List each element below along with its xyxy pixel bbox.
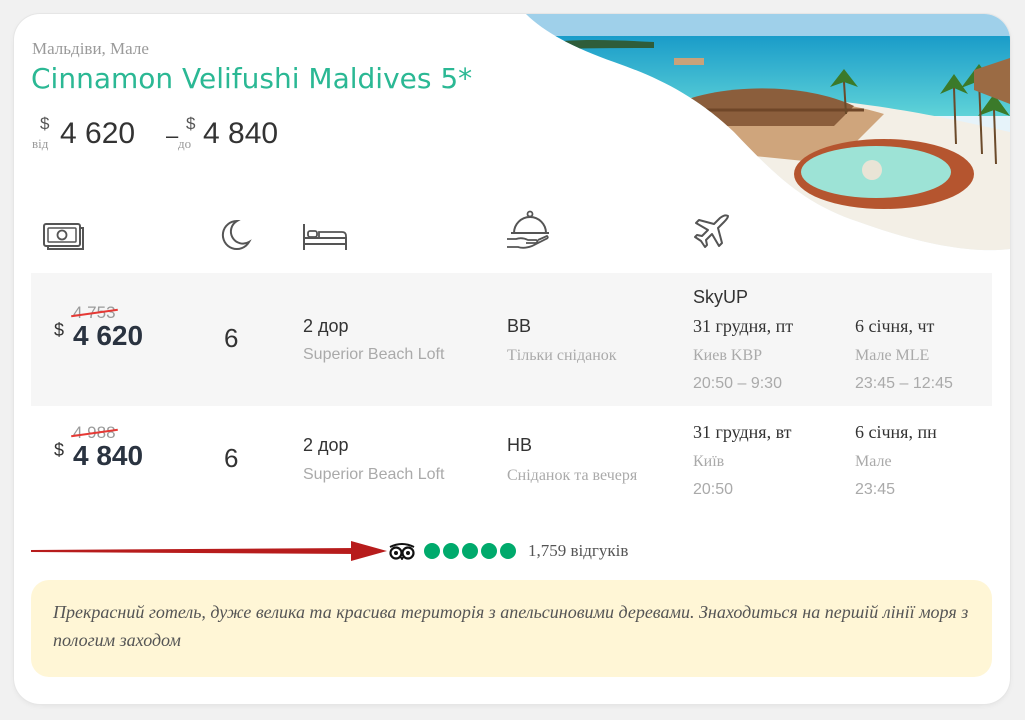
- rating-dot: [500, 543, 516, 559]
- return-date: 6 січня, пн: [855, 422, 937, 442]
- depart-date: 31 грудня, вт: [693, 422, 792, 442]
- room-type: Superior Beach Loft: [303, 346, 445, 363]
- guests: 2 дор: [303, 435, 349, 455]
- price-from-value: 4 620: [60, 117, 136, 150]
- price-separator: –: [166, 123, 179, 148]
- depart-time: 20:50: [693, 481, 734, 498]
- money-icon: [43, 223, 84, 250]
- rating-dot: [462, 543, 478, 559]
- depart-airport: Київ: [693, 453, 725, 470]
- return-time: 23:45 – 12:45: [855, 375, 953, 392]
- return-airport: Мале: [855, 453, 892, 470]
- offer-price: 4 620: [73, 320, 144, 351]
- nights-count: 6: [224, 443, 239, 473]
- tripadvisor-owl-icon: [389, 543, 415, 560]
- hotel-name[interactable]: Cinnamon Velifushi Maldives 5*: [31, 62, 472, 95]
- offer-row[interactable]: 4 753 $ 4 620 6 2 дор Superior Beach Lof…: [31, 273, 992, 406]
- bed-icon: [303, 224, 347, 250]
- offer-price: 4 840: [73, 440, 144, 471]
- hotel-location: Мальдіви, Мале: [32, 39, 149, 58]
- depart-airport: Киев KBP: [693, 347, 763, 364]
- meal-description: Сніданок та вечеря: [507, 467, 638, 484]
- return-time: 23:45: [855, 481, 896, 498]
- rating-dot: [424, 543, 440, 559]
- depart-time: 20:50 – 9:30: [693, 375, 782, 392]
- price-currency: $: [54, 320, 65, 340]
- price-from-label: від: [32, 136, 49, 151]
- nights-count: 6: [224, 323, 239, 353]
- hotel-card: Мальдіви, Мале Cinnamon Velifushi Maldiv…: [14, 14, 1010, 704]
- arrow-right-icon: [31, 541, 387, 561]
- rating-dot: [481, 543, 497, 559]
- price-range: $ від 4 620 – $ до 4 840: [32, 111, 352, 161]
- reviews-count[interactable]: 1,759 відгуків: [528, 541, 628, 561]
- food-service-icon: [507, 210, 549, 249]
- meal-code: HB: [507, 435, 533, 455]
- depart-date: 31 грудня, пт: [693, 316, 794, 336]
- airplane-icon: [694, 214, 729, 248]
- meal-description: Тільки сніданок: [507, 347, 617, 364]
- rating-dot: [443, 543, 459, 559]
- moon-icon: [221, 219, 252, 250]
- price-to-currency: $: [186, 114, 196, 133]
- offer-row[interactable]: 4 988 $ 4 840 6 2 дор Superior Beach Lof…: [31, 407, 992, 540]
- price-currency: $: [54, 440, 65, 460]
- hotel-description-box: Прекрасний готель, дуже велика та красив…: [31, 580, 992, 677]
- tripadvisor-rating[interactable]: 1,759 відгуків: [388, 539, 708, 563]
- return-airport: Мале MLE: [855, 347, 930, 364]
- meal-code: BB: [507, 316, 532, 336]
- room-type: Superior Beach Loft: [303, 466, 445, 483]
- airline: SkyUP: [693, 287, 749, 307]
- price-to-value: 4 840: [203, 117, 279, 150]
- return-date: 6 січня, чт: [855, 316, 935, 336]
- hotel-description: Прекрасний готель, дуже велика та красив…: [53, 602, 969, 650]
- price-from-currency: $: [40, 114, 50, 133]
- guests: 2 дор: [303, 316, 349, 336]
- price-to-label: до: [178, 136, 192, 151]
